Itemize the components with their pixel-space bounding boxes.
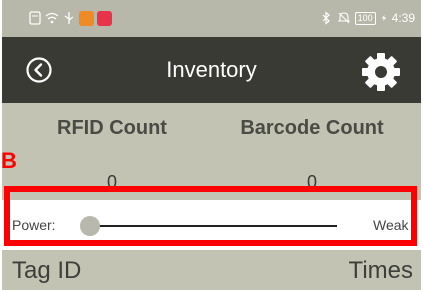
app-orange-icon xyxy=(79,10,94,26)
annotation-highlight-box xyxy=(4,186,417,246)
charging-icon xyxy=(381,14,386,22)
mute-icon xyxy=(337,12,350,24)
page-title: Inventory xyxy=(166,57,257,82)
inventory-screen: 100 4:39 Inventory RFID Count 0 Barcode … xyxy=(0,0,423,290)
barcode-count-column: Barcode Count 0 xyxy=(207,103,417,192)
times-column-header: Times xyxy=(348,257,413,284)
bluetooth-icon xyxy=(322,11,330,25)
rfid-count-label: RFID Count xyxy=(57,117,167,139)
status-bar: 100 4:39 xyxy=(2,0,421,37)
annotation-label: B xyxy=(1,148,17,173)
status-icons-right: 100 4:39 xyxy=(319,9,415,27)
gear-icon[interactable] xyxy=(360,51,402,93)
status-icons-left xyxy=(28,9,112,27)
rfid-count-column: RFID Count 0 xyxy=(7,103,217,192)
tag-list-header: Tag ID Times xyxy=(2,250,421,290)
battery-level: 100 xyxy=(354,11,376,25)
barcode-count-label: Barcode Count xyxy=(240,117,384,139)
tag-id-column-header: Tag ID xyxy=(12,257,82,284)
wifi-icon xyxy=(45,12,59,24)
app-header: Inventory xyxy=(2,37,421,103)
clock: 4:39 xyxy=(391,11,415,25)
app-red-icon xyxy=(97,10,112,26)
usb-icon xyxy=(64,12,74,24)
notification-icon xyxy=(29,11,41,25)
